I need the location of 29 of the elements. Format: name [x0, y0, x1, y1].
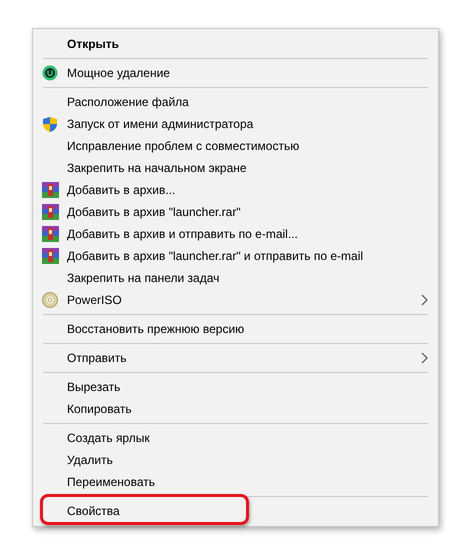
menu-item[interactable]: Добавить в архив...: [33, 179, 438, 201]
menu-item[interactable]: Добавить в архив "launcher.rar" и отправить по e-mail: [33, 245, 438, 267]
shield-icon: [42, 116, 58, 132]
archive-books-icon: [42, 204, 58, 220]
menu-item[interactable]: Добавить в архив "launcher.rar": [33, 201, 438, 223]
menu-item[interactable]: Копировать: [33, 398, 438, 420]
menu-item[interactable]: Расположение файла: [33, 91, 438, 113]
menu-item[interactable]: Отправить: [33, 347, 438, 369]
menu-item[interactable]: Запуск от имени администратора: [33, 113, 438, 135]
menu-item[interactable]: Переименовать: [33, 471, 438, 493]
menu-item[interactable]: Свойства: [33, 500, 438, 522]
menu-item[interactable]: Создать ярлык: [33, 427, 438, 449]
menu-item[interactable]: PowerISO: [33, 289, 438, 311]
archive-books-icon: [42, 182, 58, 198]
archive-books-icon: [42, 226, 58, 242]
archive-books-icon: [42, 248, 58, 264]
menu-item[interactable]: Закрепить на начальном экране: [33, 157, 438, 179]
menu-item[interactable]: Закрепить на панели задач: [33, 267, 438, 289]
menu-item[interactable]: Мощное удаление: [33, 62, 438, 84]
chevron-right-icon: [421, 294, 428, 306]
menu-item[interactable]: Исправление проблем с совместимостью: [33, 135, 438, 157]
chevron-right-icon: [421, 352, 428, 364]
menu-item[interactable]: Открыть: [33, 33, 438, 55]
menu-item[interactable]: Удалить: [33, 449, 438, 471]
uninstaller-icon: [42, 65, 58, 81]
menu-item[interactable]: Вырезать: [33, 376, 438, 398]
menu-item[interactable]: Восстановить прежнюю версию: [33, 318, 438, 340]
disc-icon: [42, 292, 58, 308]
menu-item[interactable]: Добавить в архив и отправить по e-mail...: [33, 223, 438, 245]
